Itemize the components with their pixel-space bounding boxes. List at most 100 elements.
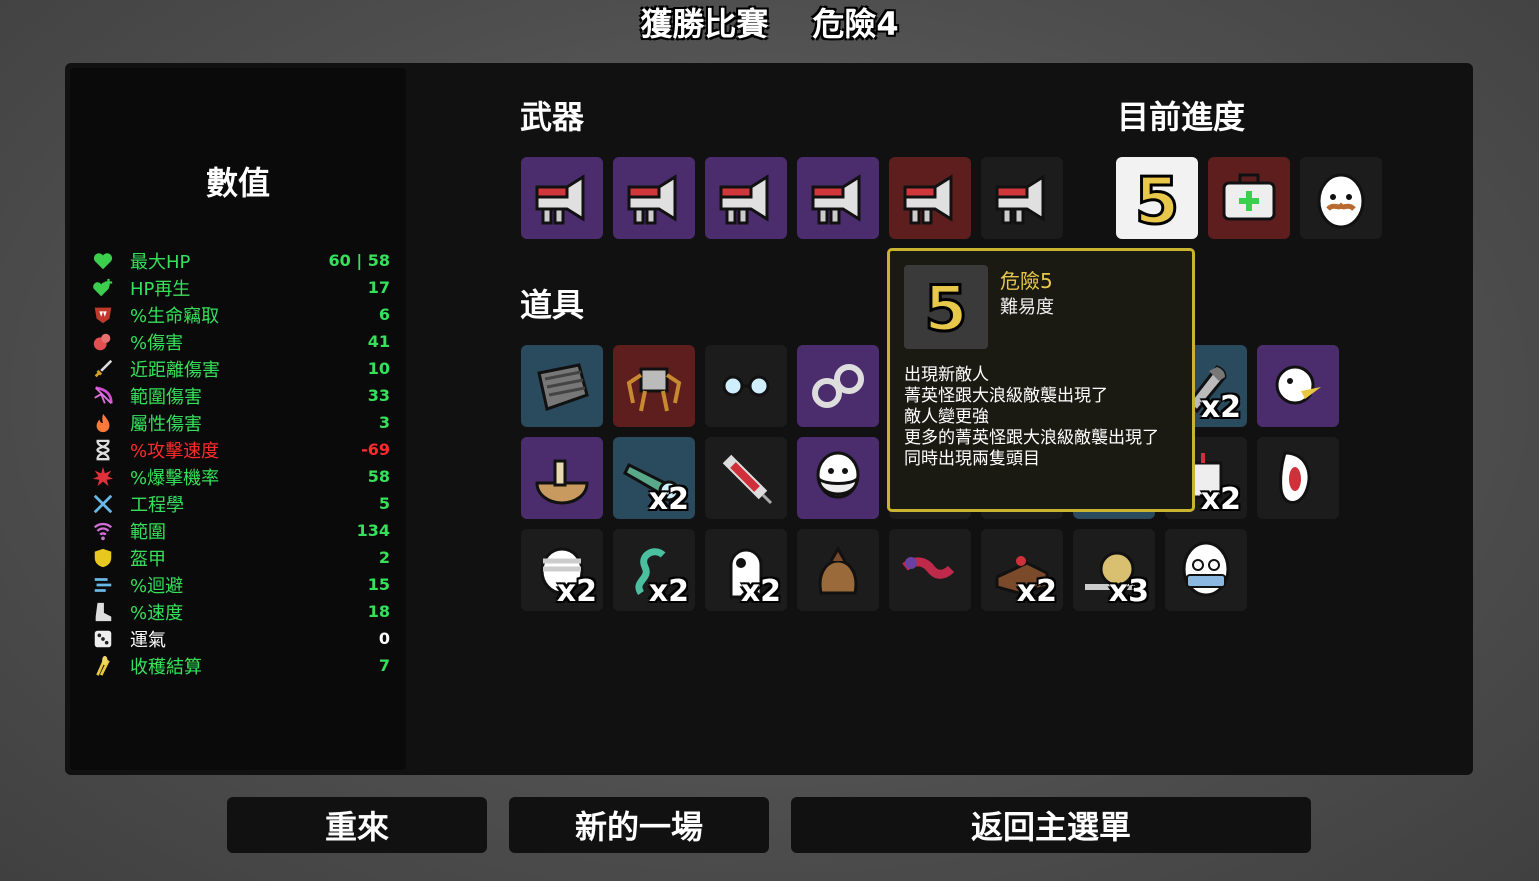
stat-row[interactable]: %生命竊取 6: [90, 301, 390, 328]
stat-row[interactable]: 運氣 0: [90, 625, 390, 652]
stat-row[interactable]: 範圍 134: [90, 517, 390, 544]
mushroom-bowl-icon: [529, 445, 595, 511]
heart-plus-icon: [90, 276, 116, 300]
scrap-metal-icon: [529, 353, 595, 419]
stat-row[interactable]: %攻擊速度 -69: [90, 436, 390, 463]
tooltip-name: 危險5: [1000, 269, 1053, 293]
masked-egg-icon: [1173, 537, 1239, 603]
stat-label: 工程學: [130, 494, 184, 516]
weapons-title: 武器: [520, 98, 585, 136]
main-menu-button[interactable]: 返回主選單: [791, 797, 1311, 853]
flame-icon: [90, 411, 116, 435]
items-title: 道具: [520, 286, 585, 324]
item-slot[interactable]: x3: [1073, 529, 1155, 611]
stat-row[interactable]: %爆擊機率 58: [90, 463, 390, 490]
item-slot[interactable]: [705, 437, 787, 519]
item-slot[interactable]: [889, 529, 971, 611]
stat-value: 10: [367, 359, 390, 378]
item-tooltip: 5 危險5 難易度 出現新敵人 菁英怪跟大浪級敵襲出現了 敵人變更強 更多的菁英…: [887, 248, 1195, 512]
stat-row[interactable]: 最大HP 60 | 58: [90, 247, 390, 274]
weapon-slot[interactable]: [705, 157, 787, 239]
stat-label: HP再生: [130, 278, 191, 300]
weapon-slot[interactable]: [521, 157, 603, 239]
fangs-icon: [90, 303, 116, 327]
stat-label: 最大HP: [130, 251, 191, 273]
quantity-badge: x2: [556, 574, 597, 609]
item-slot[interactable]: [797, 345, 879, 427]
stat-row[interactable]: HP再生 17: [90, 274, 390, 301]
progress-slot[interactable]: 5: [1116, 157, 1198, 239]
stat-row[interactable]: 屬性傷害 3: [90, 409, 390, 436]
stat-row[interactable]: 範圍傷害 33: [90, 382, 390, 409]
dodge-icon: [90, 573, 116, 597]
item-slot[interactable]: [705, 345, 787, 427]
stat-value: 6: [378, 305, 390, 324]
stat-label: %攻擊速度: [130, 440, 220, 462]
bow-icon: [90, 384, 116, 408]
stat-row[interactable]: %速度 18: [90, 598, 390, 625]
item-slot[interactable]: [613, 345, 695, 427]
stat-value: 18: [367, 602, 390, 621]
tooltip-description: 出現新敵人 菁英怪跟大浪級敵襲出現了 敵人變更強 更多的菁英怪跟大浪級敵襲出現了…: [904, 365, 1159, 470]
item-slot[interactable]: [1165, 529, 1247, 611]
item-slot[interactable]: x2: [613, 437, 695, 519]
tongue-icon: [897, 537, 963, 603]
syringe-icon: [713, 445, 779, 511]
progress-slot[interactable]: [1208, 157, 1290, 239]
item-slot[interactable]: [521, 437, 603, 519]
item-slot[interactable]: [1257, 437, 1339, 519]
medkit-icon: [1216, 165, 1282, 231]
stat-label: 範圍: [130, 521, 166, 543]
weapon-slot[interactable]: [613, 157, 695, 239]
weapon-slot[interactable]: [889, 157, 971, 239]
sword-icon: [90, 357, 116, 381]
item-slot[interactable]: [797, 437, 879, 519]
danger-level-label: 危險4: [812, 5, 899, 43]
stat-row[interactable]: 收穫結算 7: [90, 652, 390, 679]
stat-label: %速度: [130, 602, 184, 624]
quantity-badge: x2: [740, 574, 781, 609]
megaphone-icon: [621, 165, 687, 231]
restart-button[interactable]: 重來: [227, 797, 487, 853]
item-slot[interactable]: x2: [521, 529, 603, 611]
heart-icon: [90, 249, 116, 273]
item-slot[interactable]: [521, 345, 603, 427]
new-run-button[interactable]: 新的一場: [509, 797, 769, 853]
stat-value: 3: [378, 413, 390, 432]
item-slot[interactable]: [797, 529, 879, 611]
stat-label: 運氣: [130, 629, 166, 651]
quantity-badge: x3: [1108, 574, 1149, 609]
stat-row[interactable]: 盔甲 2: [90, 544, 390, 571]
stats-title: 數值: [205, 164, 270, 202]
weapon-slot[interactable]: [797, 157, 879, 239]
crit-burst-icon: [90, 465, 116, 489]
boot-icon: [90, 600, 116, 624]
progress-slot[interactable]: [1300, 157, 1382, 239]
stat-value: 60 | 58: [328, 251, 390, 270]
item-slot[interactable]: x2: [705, 529, 787, 611]
stat-row[interactable]: %傷害 41: [90, 328, 390, 355]
quantity-badge: x2: [648, 574, 689, 609]
dice-icon: [90, 627, 116, 651]
stat-label: 屬性傷害: [130, 413, 202, 435]
stat-label: 盔甲: [130, 548, 166, 570]
stat-value: 15: [367, 575, 390, 594]
stat-label: %迴避: [130, 575, 184, 597]
stat-row[interactable]: %迴避 15: [90, 571, 390, 598]
wrench-cross-icon: [90, 492, 116, 516]
stat-value: 2: [378, 548, 390, 567]
danger-five-icon: 5: [904, 265, 988, 349]
item-slot[interactable]: [1257, 345, 1339, 427]
stat-row[interactable]: 工程學 5: [90, 490, 390, 517]
item-slot[interactable]: x2: [613, 529, 695, 611]
harvest-icon: [90, 654, 116, 678]
item-slot[interactable]: x2: [981, 529, 1063, 611]
hourglass-icon: [90, 438, 116, 462]
stat-row[interactable]: 近距離傷害 10: [90, 355, 390, 382]
stat-value: 33: [367, 386, 390, 405]
screaming-mask-icon: [1265, 445, 1331, 511]
tooltip-line: 更多的菁英怪跟大浪級敵襲出現了: [904, 428, 1159, 448]
megaphone-icon: [989, 165, 1055, 231]
quantity-badge: x2: [648, 482, 689, 517]
weapon-slot[interactable]: [981, 157, 1063, 239]
